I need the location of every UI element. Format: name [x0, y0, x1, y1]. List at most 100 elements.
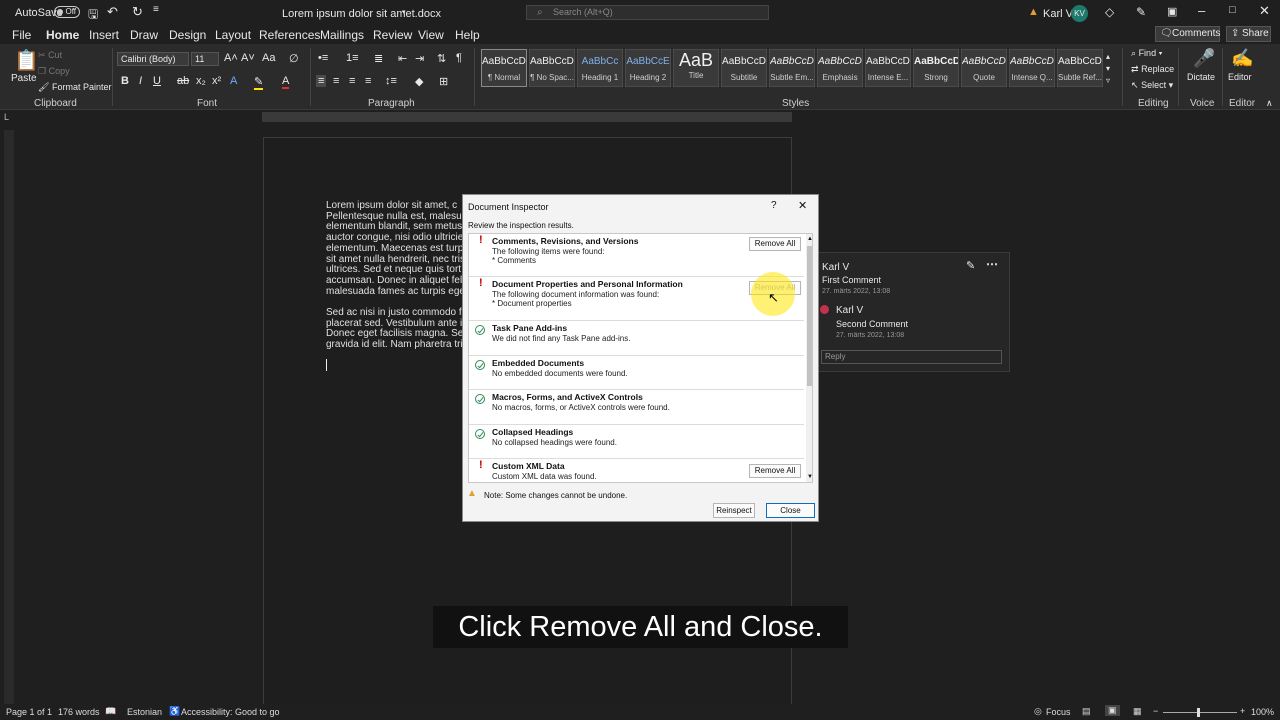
style-item[interactable]: AaBbCcDc Emphasis — [817, 49, 863, 87]
style-item[interactable]: AaBbCcDc Intense Q... — [1009, 49, 1055, 87]
collapse-ribbon-icon[interactable]: ∧ — [1266, 98, 1273, 109]
format-painter-button[interactable]: 🖌 Format Painter — [38, 82, 111, 93]
decrease-indent-icon[interactable]: ⇤ — [398, 52, 407, 65]
focus-button[interactable]: Focus — [1046, 707, 1071, 717]
close-icon[interactable]: ✕ — [1259, 3, 1270, 19]
warning-icon[interactable]: ▲ — [1028, 6, 1039, 18]
customize-qat-icon[interactable]: ≡ — [153, 4, 159, 15]
dictate-button[interactable]: Dictate — [1187, 72, 1215, 82]
sort-icon[interactable]: ⇅ — [437, 52, 446, 65]
document-line[interactable]: Donec eget facilisis magna. Sed — [326, 328, 469, 339]
reinspect-button[interactable]: Reinspect — [713, 503, 755, 518]
reply-input[interactable]: Reply — [821, 350, 1002, 364]
page-count[interactable]: Page 1 of 1 — [6, 707, 52, 717]
case-icon[interactable]: Aa — [262, 52, 275, 64]
document-line[interactable]: auctor congue, nisi odio ultricies — [326, 232, 468, 243]
user-name[interactable]: Karl V — [1043, 8, 1073, 20]
text-effects-icon[interactable]: A — [230, 75, 237, 87]
tab-help[interactable]: Help — [455, 28, 480, 42]
superscript-icon[interactable]: x² — [212, 75, 221, 87]
scroll-up-icon[interactable]: ▲ — [807, 236, 812, 242]
cut-button[interactable]: ✂ Cut — [38, 50, 62, 61]
tab-stop-icon[interactable]: L — [4, 112, 9, 122]
share-button[interactable]: ⇪ Share — [1226, 26, 1271, 42]
multilevel-icon[interactable]: ≣ — [374, 52, 383, 65]
language[interactable]: Estonian — [127, 707, 162, 717]
strikethrough-icon[interactable]: ab — [177, 75, 189, 87]
document-line[interactable]: malesuada fames ac turpis egest — [326, 286, 473, 297]
comments-button[interactable]: 🗨 Comments — [1155, 26, 1220, 42]
style-item[interactable]: AaBbCcDc ¶ Normal — [481, 49, 527, 87]
style-item[interactable]: AaBbCc Heading 1 — [577, 49, 623, 87]
justify-icon[interactable]: ≡ — [365, 75, 371, 87]
editor-pen-icon[interactable]: ✍ — [1231, 48, 1253, 69]
document-line[interactable]: ultrices. Sed et neque quis tort — [326, 264, 461, 275]
autosave-toggle[interactable]: Off — [54, 6, 80, 18]
tab-insert[interactable]: Insert — [89, 28, 119, 42]
align-center-icon[interactable]: ≡ — [333, 75, 339, 87]
paste-button[interactable]: Paste — [11, 73, 37, 84]
accessibility-status[interactable]: Accessibility: Good to go — [181, 707, 280, 717]
vertical-ruler[interactable] — [4, 130, 14, 710]
tab-layout[interactable]: Layout — [215, 28, 251, 42]
remove-all-button[interactable]: Remove All — [749, 237, 801, 251]
pen-icon[interactable]: ✎ — [1136, 5, 1146, 19]
align-right-icon[interactable]: ≡ — [349, 75, 355, 87]
chevron-down-icon[interactable]: ▾ — [402, 8, 406, 16]
shrink-font-icon[interactable]: A˅ — [241, 52, 255, 64]
minimize-icon[interactable]: – — [1198, 3, 1205, 18]
zoom-slider[interactable] — [1163, 708, 1237, 717]
tab-view[interactable]: View — [418, 28, 444, 42]
document-line[interactable]: Pellentesque nulla est, malesuad — [326, 211, 473, 222]
zoom-slider-thumb[interactable] — [1197, 708, 1200, 717]
tab-mailings[interactable]: Mailings — [320, 28, 364, 42]
document-line[interactable]: accumsan. Donec in aliquet fel — [326, 275, 462, 286]
font-name-select[interactable]: Calibri (Body) — [117, 52, 189, 66]
tab-file[interactable]: File — [12, 28, 31, 42]
find-button[interactable]: ⌕ Find ▾ — [1131, 48, 1162, 59]
highlight-icon[interactable]: ✎ — [254, 75, 264, 90]
tab-draw[interactable]: Draw — [130, 28, 158, 42]
editor-button[interactable]: Editor — [1228, 72, 1252, 82]
comment-thread[interactable]: Karl V ✎ ⋯ First Comment 27. märts 2022,… — [815, 252, 1010, 372]
document-line[interactable]: Sed ac nisi in justo commodo fe — [326, 307, 467, 318]
paste-icon[interactable]: 📋 — [14, 48, 39, 73]
tab-review[interactable]: Review — [373, 28, 412, 42]
numbering-icon[interactable]: 1≡ — [346, 52, 359, 64]
document-line[interactable]: Lorem ipsum dolor sit amet, c — [326, 200, 457, 211]
document-title[interactable]: Lorem ipsum dolor sit amet.docx — [282, 8, 441, 20]
bullets-icon[interactable]: •≡ — [318, 52, 328, 64]
search-input[interactable]: ⌕ Search (Alt+Q) — [526, 5, 769, 20]
zoom-out-icon[interactable]: − — [1153, 706, 1158, 716]
select-button[interactable]: ↖ Select ▾ — [1131, 80, 1173, 91]
horizontal-ruler[interactable] — [262, 112, 792, 122]
align-left-icon[interactable]: ≡ — [316, 75, 327, 87]
styles-scroll-down-icon[interactable]: ▾ — [1106, 64, 1110, 73]
style-item[interactable]: AaBbCcDc Strong — [913, 49, 959, 87]
font-color-icon[interactable]: A — [282, 75, 290, 89]
diamond-icon[interactable]: ◇ — [1105, 5, 1114, 19]
print-layout-icon[interactable]: ▣ — [1105, 705, 1120, 716]
scroll-down-icon[interactable]: ▼ — [807, 474, 812, 480]
ribbon-display-icon[interactable]: ▣ — [1167, 5, 1177, 18]
underline-icon[interactable]: U — [153, 75, 161, 87]
line-spacing-icon[interactable]: ↕≡ — [385, 75, 397, 87]
style-item[interactable]: AaBbCcD Subtitle — [721, 49, 767, 87]
focus-icon[interactable]: ◎ — [1034, 706, 1042, 717]
style-item[interactable]: AaBbCcDc Intense E... — [865, 49, 911, 87]
word-count[interactable]: 176 words — [58, 707, 100, 717]
scrollbar-thumb[interactable] — [807, 246, 812, 386]
maximize-icon[interactable]: □ — [1229, 4, 1236, 16]
document-line[interactable]: sit amet nulla hendrerit, nec tris — [326, 254, 465, 265]
subscript-icon[interactable]: x₂ — [196, 75, 206, 87]
tab-design[interactable]: Design — [169, 28, 206, 42]
accessibility-icon[interactable]: ♿ — [169, 706, 180, 717]
font-size-select[interactable]: 11 — [191, 52, 219, 66]
style-item[interactable]: AaBbCcDc Quote — [961, 49, 1007, 87]
zoom-in-icon[interactable]: + — [1240, 706, 1245, 716]
document-line[interactable]: elementum. Maecenas est turpis — [326, 243, 471, 254]
zoom-level[interactable]: 100% — [1251, 707, 1274, 717]
remove-all-button[interactable]: Remove All — [749, 464, 801, 478]
read-mode-icon[interactable]: ▤ — [1082, 706, 1091, 717]
avatar[interactable]: KV — [1071, 5, 1088, 22]
